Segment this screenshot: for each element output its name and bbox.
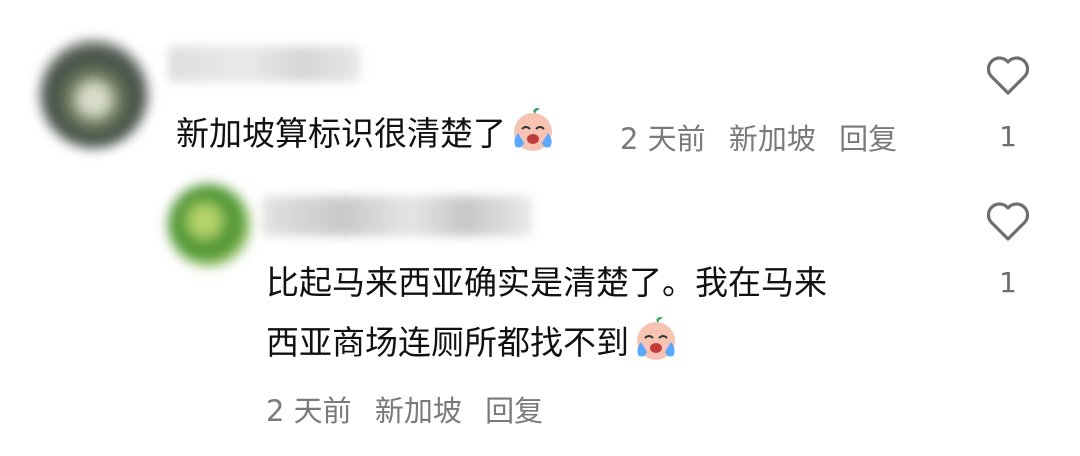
like-button[interactable]: 1 <box>984 54 1032 153</box>
comment-time: 2 天前 <box>620 122 706 156</box>
comment-text: 新加坡算标识很清楚了 <box>176 104 556 164</box>
comment-location: 新加坡 <box>374 394 462 428</box>
crying-face-emoji <box>514 107 552 151</box>
comment-meta: 2 天前 新加坡 回复 <box>620 116 911 158</box>
reply-body: 西亚商场连厕所都找不到 <box>266 323 629 362</box>
username-blurred[interactable] <box>168 46 360 82</box>
comment-meta: 2 天前 新加坡 回复 <box>266 388 557 430</box>
heart-outline-icon <box>986 56 1030 95</box>
like-count: 1 <box>999 120 1017 153</box>
reply-text-line: 西亚商场连厕所都找不到 <box>266 313 679 373</box>
reply-text-line: 比起马来西亚确实是清楚了。我在马来 <box>266 263 827 302</box>
crying-face-emoji <box>637 316 675 360</box>
reply-button[interactable]: 回复 <box>485 394 543 428</box>
avatar[interactable] <box>168 184 250 266</box>
heart-outline-icon <box>986 202 1030 241</box>
comment-time: 2 天前 <box>266 394 352 428</box>
like-button[interactable]: 1 <box>984 200 1032 299</box>
comment-body: 新加坡算标识很清楚了 <box>176 114 506 153</box>
like-count: 1 <box>999 266 1017 299</box>
reply-button[interactable]: 回复 <box>839 122 897 156</box>
comment-location: 新加坡 <box>728 122 816 156</box>
avatar[interactable] <box>40 40 148 148</box>
username-blurred[interactable] <box>262 196 532 236</box>
